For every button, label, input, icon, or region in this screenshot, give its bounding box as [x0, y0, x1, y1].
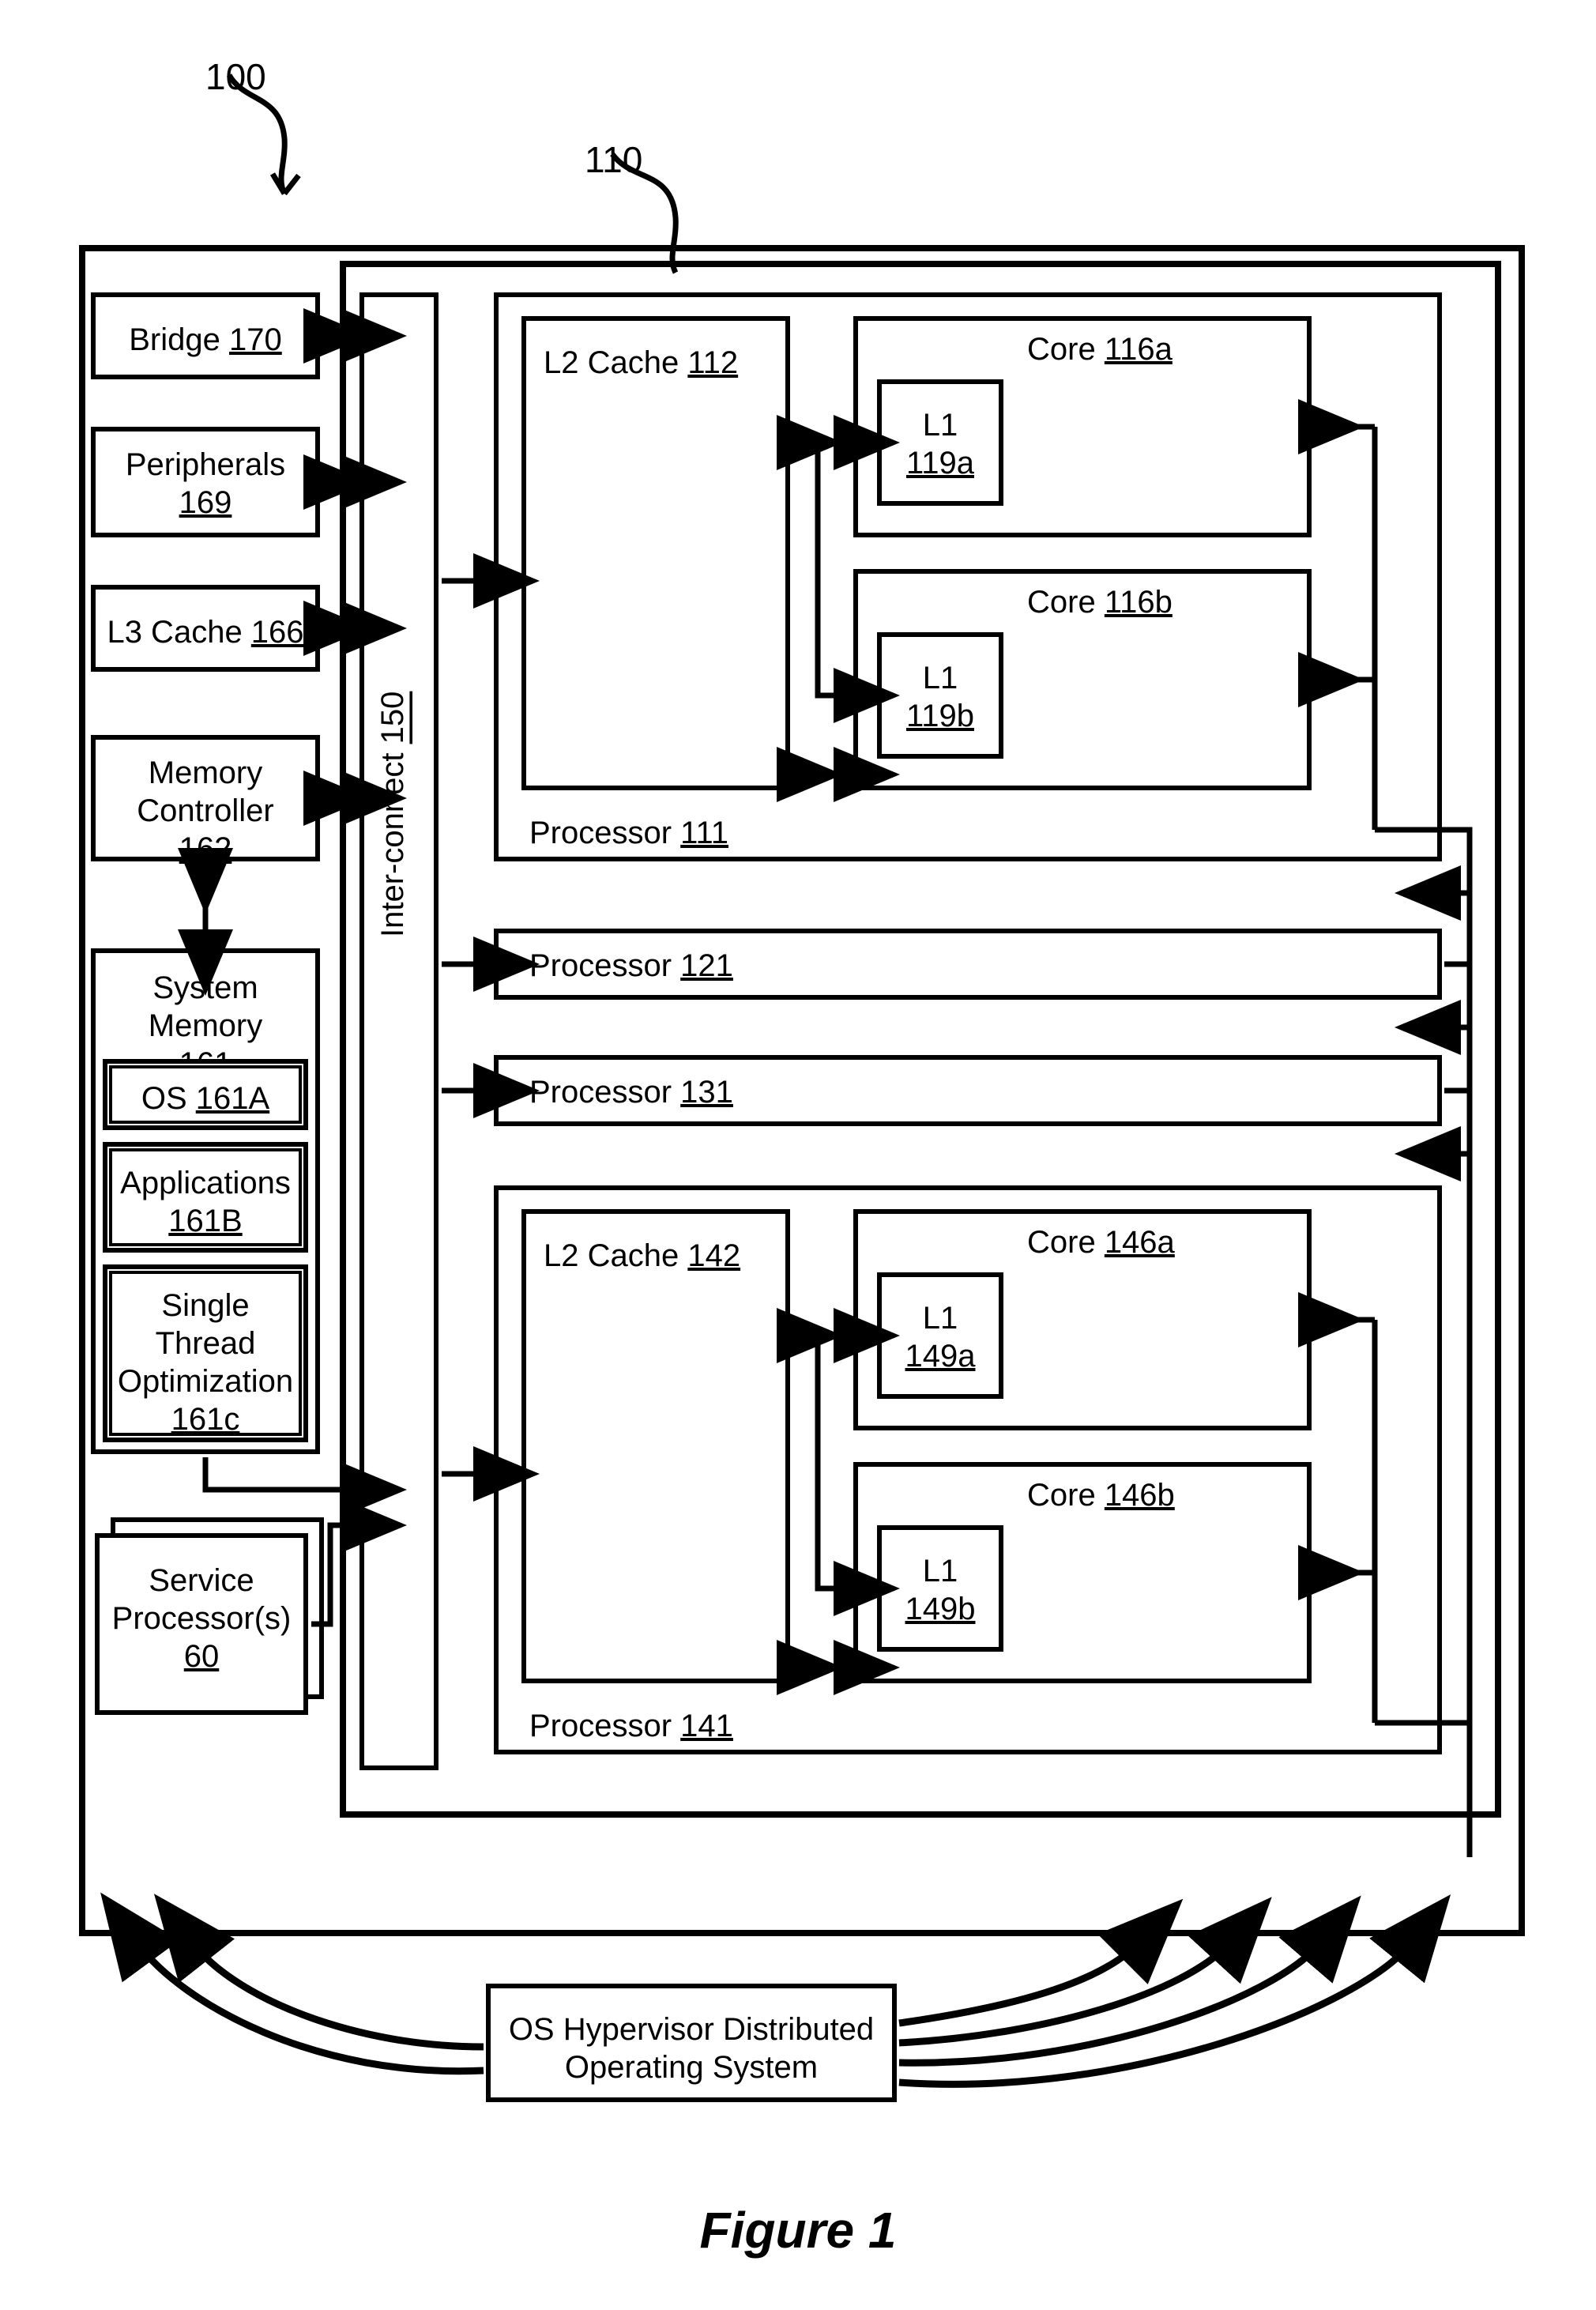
l1-149a-box: L1 149a	[877, 1272, 1003, 1399]
peripherals-ref: 169	[179, 485, 232, 520]
l2cache-112-box	[521, 316, 790, 790]
core-116b-label: Core 116b	[1027, 583, 1173, 621]
memctrl-label: Memory Controller	[137, 756, 273, 828]
ref-100-label: 100	[205, 55, 266, 99]
os-inner: OS 161A	[109, 1065, 302, 1124]
interconnect-ref: 150	[375, 691, 410, 744]
l1-119b-ref: 119b	[906, 699, 974, 733]
l2cache-142-label: L2 Cache 142	[544, 1237, 740, 1275]
l1-149a-ref: 149a	[905, 1339, 976, 1374]
core-116a-label: Core 116a	[1027, 330, 1173, 368]
ref-110-label: 110	[585, 138, 642, 182]
memctrl-ref: 162	[179, 831, 232, 866]
sto-inner: Single Thread Optimization 161c	[109, 1271, 302, 1436]
l2cache-112-label: L2 Cache 112	[544, 344, 738, 382]
processor-141-label: Processor 141	[529, 1707, 733, 1745]
peripherals-box: Peripherals 169	[91, 427, 320, 537]
l1-119a-label: L1	[923, 408, 958, 443]
l2cache-142-box	[521, 1209, 790, 1683]
sto-label: Single Thread Optimization	[118, 1288, 293, 1399]
l1-119a-box: L1 119a	[877, 379, 1003, 506]
processor-121-label: Processor 121	[529, 947, 733, 985]
core-146b-label: Core 146b	[1027, 1476, 1175, 1514]
processor-111-label: Processor 111	[529, 814, 728, 852]
sto-ref: 161c	[171, 1402, 240, 1437]
l1-149b-box: L1 149b	[877, 1525, 1003, 1652]
svcproc-label: Service Processor(s)	[112, 1563, 292, 1636]
svcproc-box: Service Processor(s) 60	[95, 1533, 308, 1715]
interconnect-label-wrap: Inter-connect 150	[375, 688, 423, 940]
l1-119b-box: L1 119b	[877, 632, 1003, 759]
l3cache-label: L3 Cache	[107, 615, 250, 650]
apps-label: Applications	[120, 1166, 291, 1200]
processor-131-label: Processor 131	[529, 1073, 733, 1111]
bridge-label: Bridge	[129, 322, 229, 357]
l1-149a-label: L1	[923, 1301, 958, 1336]
hypervisor-label: OS Hypervisor Distributed Operating Syst…	[491, 1988, 892, 2086]
l1-119a-ref: 119a	[906, 446, 974, 480]
os-ref: 161A	[196, 1081, 269, 1116]
apps-inner: Applications 161B	[109, 1148, 302, 1246]
core-146a-label: Core 146a	[1027, 1223, 1175, 1261]
bridge-ref: 170	[229, 322, 282, 357]
l3cache-ref: 166	[251, 615, 304, 650]
l3cache-box: L3 Cache 166	[91, 585, 320, 672]
apps-ref: 161B	[168, 1204, 242, 1238]
peripherals-label: Peripherals	[126, 447, 285, 482]
interconnect-box	[359, 292, 439, 1770]
l1-119b-label: L1	[923, 661, 958, 695]
sysmem-label: System Memory	[149, 970, 262, 1043]
hypervisor-box: OS Hypervisor Distributed Operating Syst…	[486, 1984, 897, 2102]
bridge-box: Bridge 170	[91, 292, 320, 379]
interconnect-label: Inter-connect	[375, 744, 410, 937]
os-label: OS	[141, 1081, 196, 1116]
l1-149b-label: L1	[923, 1554, 958, 1588]
svcproc-ref: 60	[184, 1639, 220, 1674]
l1-149b-ref: 149b	[905, 1592, 976, 1626]
figure-caption: Figure 1	[0, 2201, 1596, 2259]
memctrl-box: Memory Controller 162	[91, 735, 320, 861]
